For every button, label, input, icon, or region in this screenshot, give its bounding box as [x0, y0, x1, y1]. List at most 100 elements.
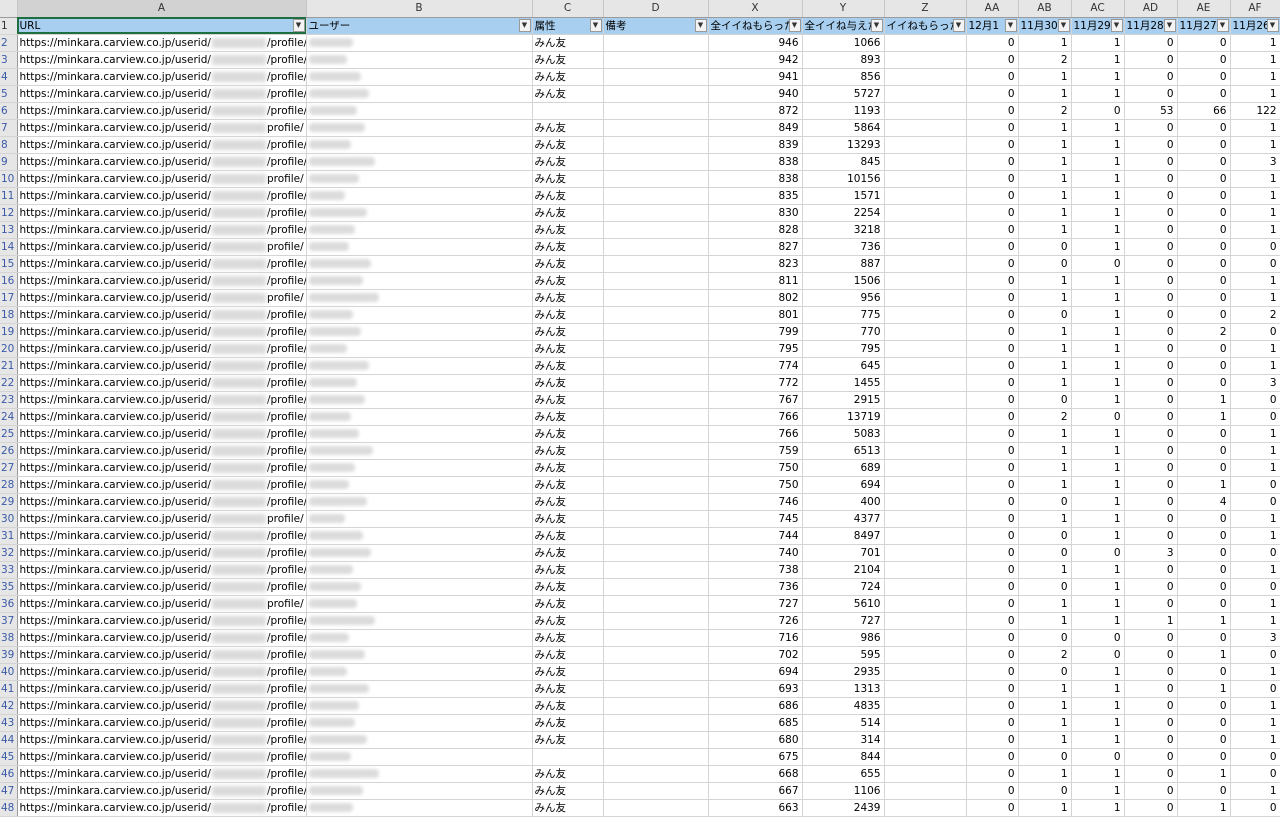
nov-29-cell[interactable]: 1 [1071, 51, 1125, 69]
nov-30-cell[interactable]: 1 [1018, 119, 1072, 137]
header-cell-user[interactable]: ユーザー ▼ [306, 17, 533, 35]
notes-cell[interactable] [603, 187, 709, 205]
nov-29-cell[interactable]: 1 [1071, 799, 1125, 817]
likes-received-cell[interactable] [884, 425, 967, 443]
nov-30-cell[interactable]: 0 [1018, 306, 1072, 324]
notes-cell[interactable] [603, 561, 709, 579]
nov-26-cell[interactable]: 1 [1230, 731, 1280, 749]
dec-1-cell[interactable]: 0 [966, 476, 1019, 494]
nov-28-cell[interactable]: 0 [1124, 510, 1178, 528]
nov-29-cell[interactable]: 1 [1071, 459, 1125, 477]
likes-received-cell[interactable] [884, 680, 967, 698]
notes-cell[interactable] [603, 544, 709, 562]
spreadsheet-grid[interactable]: A B C D X Y Z AA AB AC AD AE AF 1 URL ▼ ユ… [0, 0, 1280, 817]
nov-27-cell[interactable]: 0 [1177, 578, 1231, 596]
nov-27-cell[interactable]: 0 [1177, 34, 1231, 52]
nov-28-cell[interactable]: 0 [1124, 136, 1178, 154]
header-cell-url[interactable]: URL ▼ [17, 17, 307, 35]
total-likes-given-cell[interactable]: 645 [802, 357, 885, 375]
row-number[interactable]: 30 [0, 510, 18, 528]
attribute-cell[interactable] [532, 748, 604, 766]
total-likes-received-cell[interactable]: 693 [708, 680, 803, 698]
nov-29-cell[interactable]: 1 [1071, 153, 1125, 171]
notes-cell[interactable] [603, 799, 709, 817]
nov-30-cell[interactable]: 2 [1018, 408, 1072, 426]
nov-28-cell[interactable]: 0 [1124, 731, 1178, 749]
total-likes-received-cell[interactable]: 738 [708, 561, 803, 579]
attribute-cell[interactable]: みん友 [532, 34, 604, 52]
column-letter-aa[interactable]: AA [966, 0, 1019, 18]
dec-1-cell[interactable]: 0 [966, 187, 1019, 205]
total-likes-received-cell[interactable]: 740 [708, 544, 803, 562]
notes-cell[interactable] [603, 510, 709, 528]
nov-30-cell[interactable]: 1 [1018, 476, 1072, 494]
nov-28-cell[interactable]: 0 [1124, 357, 1178, 375]
notes-cell[interactable] [603, 578, 709, 596]
nov-26-cell[interactable]: 0 [1230, 238, 1280, 256]
user-cell[interactable] [306, 782, 533, 800]
user-cell[interactable] [306, 680, 533, 698]
dec-1-cell[interactable]: 0 [966, 272, 1019, 290]
total-likes-given-cell[interactable]: 2104 [802, 561, 885, 579]
nov-27-cell[interactable]: 1 [1177, 391, 1231, 409]
nov-30-cell[interactable]: 1 [1018, 697, 1072, 715]
likes-received-cell[interactable] [884, 765, 967, 783]
nov-26-cell[interactable]: 1 [1230, 697, 1280, 715]
nov-27-cell[interactable]: 0 [1177, 442, 1231, 460]
dec-1-cell[interactable]: 0 [966, 510, 1019, 528]
likes-received-cell[interactable] [884, 238, 967, 256]
nov-30-cell[interactable]: 2 [1018, 51, 1072, 69]
row-number[interactable]: 45 [0, 748, 18, 766]
notes-cell[interactable] [603, 102, 709, 120]
dec-1-cell[interactable]: 0 [966, 527, 1019, 545]
column-letter-af[interactable]: AF [1230, 0, 1280, 18]
likes-received-cell[interactable] [884, 408, 967, 426]
row-number[interactable]: 40 [0, 663, 18, 681]
total-likes-received-cell[interactable]: 702 [708, 646, 803, 664]
nov-26-cell[interactable]: 1 [1230, 714, 1280, 732]
row-number[interactable]: 22 [0, 374, 18, 392]
row-number[interactable]: 32 [0, 544, 18, 562]
nov-27-cell[interactable]: 1 [1177, 408, 1231, 426]
attribute-cell[interactable]: みん友 [532, 476, 604, 494]
likes-received-cell[interactable] [884, 187, 967, 205]
url-cell[interactable]: https://minkara.carview.co.jp/userid/ /pr… [17, 680, 307, 698]
nov-27-cell[interactable]: 0 [1177, 748, 1231, 766]
dec-1-cell[interactable]: 0 [966, 782, 1019, 800]
dec-1-cell[interactable]: 0 [966, 731, 1019, 749]
nov-27-cell[interactable]: 0 [1177, 714, 1231, 732]
nov-28-cell[interactable]: 0 [1124, 680, 1178, 698]
nov-28-cell[interactable]: 0 [1124, 425, 1178, 443]
nov-29-cell[interactable]: 1 [1071, 612, 1125, 630]
nov-30-cell[interactable]: 1 [1018, 153, 1072, 171]
nov-30-cell[interactable]: 0 [1018, 544, 1072, 562]
url-cell[interactable]: https://minkara.carview.co.jp/userid/ /pr… [17, 272, 307, 290]
notes-cell[interactable] [603, 493, 709, 511]
total-likes-received-cell[interactable]: 942 [708, 51, 803, 69]
row-number[interactable]: 37 [0, 612, 18, 630]
attribute-cell[interactable]: みん友 [532, 187, 604, 205]
nov-27-cell[interactable]: 0 [1177, 595, 1231, 613]
total-likes-received-cell[interactable]: 759 [708, 442, 803, 460]
likes-received-cell[interactable] [884, 221, 967, 239]
dec-1-cell[interactable]: 0 [966, 459, 1019, 477]
notes-cell[interactable] [603, 136, 709, 154]
notes-cell[interactable] [603, 323, 709, 341]
nov-26-cell[interactable]: 0 [1230, 255, 1280, 273]
nov-28-cell[interactable]: 0 [1124, 153, 1178, 171]
nov-30-cell[interactable]: 1 [1018, 136, 1072, 154]
user-cell[interactable] [306, 34, 533, 52]
attribute-cell[interactable]: みん友 [532, 51, 604, 69]
nov-26-cell[interactable]: 1 [1230, 425, 1280, 443]
attribute-cell[interactable]: みん友 [532, 153, 604, 171]
url-cell[interactable]: https://minkara.carview.co.jp/userid/ /pr… [17, 425, 307, 443]
row-number[interactable]: 48 [0, 799, 18, 817]
notes-cell[interactable] [603, 748, 709, 766]
likes-received-cell[interactable] [884, 476, 967, 494]
notes-cell[interactable] [603, 731, 709, 749]
likes-received-cell[interactable] [884, 306, 967, 324]
total-likes-received-cell[interactable]: 686 [708, 697, 803, 715]
url-cell[interactable]: https://minkara.carview.co.jp/userid/ /pr… [17, 187, 307, 205]
nov-27-cell[interactable]: 0 [1177, 68, 1231, 86]
nov-27-cell[interactable]: 0 [1177, 544, 1231, 562]
